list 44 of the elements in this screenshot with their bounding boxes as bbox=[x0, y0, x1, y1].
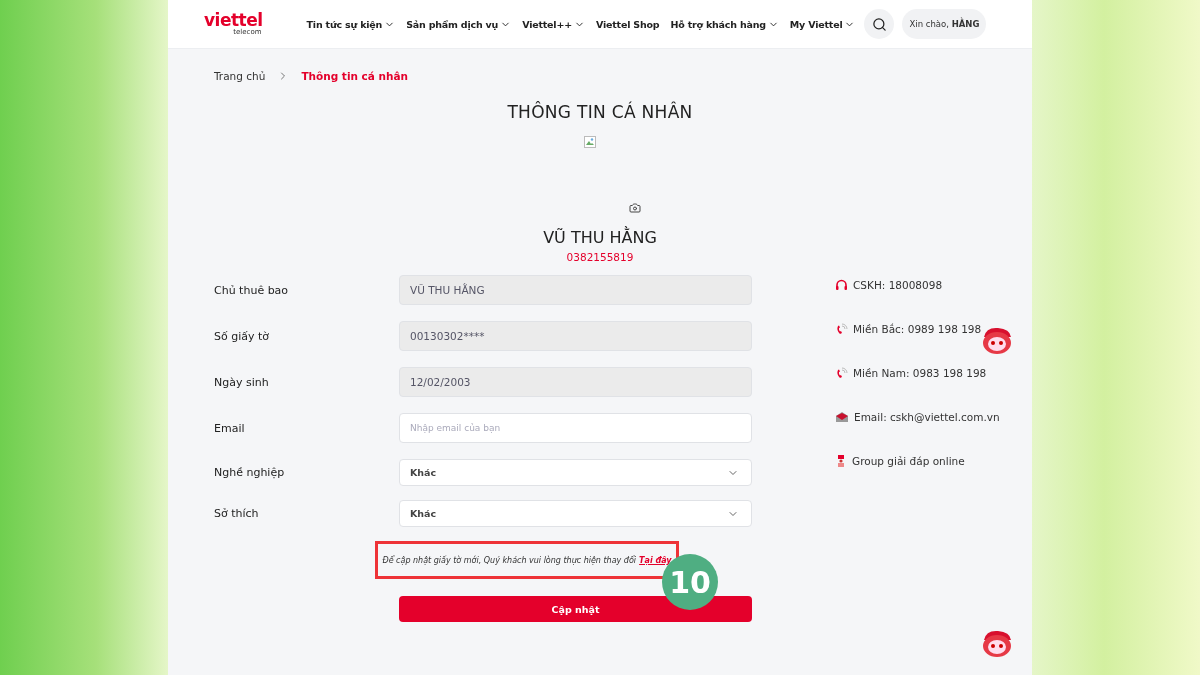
field-label: Sở thích bbox=[214, 507, 260, 520]
contact-text[interactable]: Miền Bắc: 0989 198 198 bbox=[853, 323, 982, 335]
search-icon bbox=[872, 16, 887, 32]
phone-icon bbox=[835, 366, 848, 380]
select-field[interactable]: Khác bbox=[399, 500, 752, 527]
email-field[interactable]: Nhập email của bạn bbox=[399, 413, 752, 443]
breadcrumb-link[interactable]: Thông tin cá nhân bbox=[301, 70, 409, 82]
camera-icon[interactable] bbox=[629, 202, 641, 214]
group-icon bbox=[835, 454, 847, 468]
nav-link[interactable]: Viettel++ bbox=[522, 18, 585, 30]
nav-link[interactable]: Hỗ trợ khách hàng bbox=[670, 18, 779, 30]
profile-phone: 0382155819 bbox=[566, 251, 634, 263]
field-label: Ngày sinh bbox=[214, 375, 270, 389]
update-note: Để cập nhật giấy tờ mới, Quý khách vui lòng thực hiện thay đổi Tại đây bbox=[382, 555, 672, 565]
page-title: THÔNG TIN CÁ NHÂN bbox=[506, 102, 694, 122]
field-label: Nghề nghiệp bbox=[214, 466, 286, 479]
headset-icon bbox=[835, 278, 848, 292]
mail-icon bbox=[835, 410, 849, 424]
contact-text[interactable]: CSKH: 18008098 bbox=[853, 279, 943, 291]
contact-text[interactable]: Miền Nam: 0983 198 198 bbox=[853, 367, 987, 379]
nav-link[interactable]: Viettel Shop bbox=[595, 18, 660, 30]
logo-text[interactable]: viettel bbox=[204, 12, 263, 28]
mascot-icon[interactable] bbox=[980, 325, 1014, 355]
breadcrumb-link[interactable]: Trang chủ bbox=[214, 70, 266, 82]
search-button[interactable] bbox=[864, 9, 895, 39]
profile-name: VŨ THU HẰNG bbox=[543, 228, 657, 247]
nav-link[interactable]: Tin tức sự kiện bbox=[306, 18, 396, 30]
account-button[interactable]: Xin chào, HẰNG bbox=[902, 9, 987, 39]
field-label: Email bbox=[214, 421, 246, 435]
nav-link[interactable]: Sản phẩm dịch vụ bbox=[406, 18, 512, 30]
field-label: Số giấy tờ bbox=[214, 329, 271, 343]
readonly-field[interactable]: 00130302**** bbox=[399, 321, 752, 351]
contact-text[interactable]: Email: cskh@viettel.com.vn bbox=[854, 411, 1000, 423]
field-label: Chủ thuê bao bbox=[214, 283, 290, 297]
readonly-field[interactable]: VŨ THU HẰNG bbox=[399, 275, 752, 305]
update-button[interactable]: Cập nhật bbox=[399, 596, 752, 622]
contact-text[interactable]: Group giải đáp online bbox=[852, 455, 965, 467]
phone-icon bbox=[835, 322, 848, 336]
readonly-field[interactable]: 12/02/2003 bbox=[399, 367, 752, 397]
nav-link[interactable]: My Viettel bbox=[789, 18, 856, 30]
broken-image-icon bbox=[584, 136, 596, 148]
select-field[interactable]: Khác bbox=[399, 459, 752, 486]
mascot-icon[interactable] bbox=[980, 628, 1014, 658]
here-link[interactable]: Tại đây bbox=[639, 555, 672, 565]
